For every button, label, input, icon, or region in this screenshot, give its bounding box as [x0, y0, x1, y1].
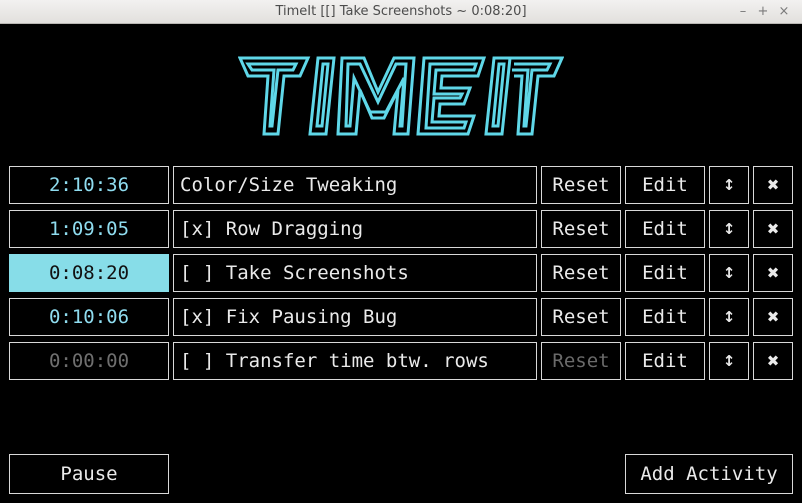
delete-icon[interactable]: ✖: [753, 210, 793, 248]
timer-display-active[interactable]: 0:08:20: [9, 254, 169, 292]
drag-handle-icon[interactable]: ↕: [709, 342, 749, 380]
timeit-logo: [238, 56, 564, 136]
close-icon[interactable]: ×: [775, 3, 793, 21]
maximize-icon[interactable]: +: [754, 3, 772, 21]
reset-button[interactable]: Reset: [541, 254, 621, 292]
drag-handle-icon[interactable]: ↕: [709, 166, 749, 204]
edit-button[interactable]: Edit: [625, 298, 705, 336]
activity-label: [x] Fix Pausing Bug: [173, 298, 537, 336]
window-titlebar[interactable]: TimeIt [[] Take Screenshots ~ 0:08:20] –…: [0, 0, 802, 24]
reset-button[interactable]: Reset: [541, 166, 621, 204]
reset-button[interactable]: Reset: [541, 298, 621, 336]
timer-display[interactable]: 1:09:05: [9, 210, 169, 248]
add-activity-button[interactable]: Add Activity: [625, 454, 793, 494]
reset-button-disabled: Reset: [541, 342, 621, 380]
edit-button[interactable]: Edit: [625, 210, 705, 248]
edit-button[interactable]: Edit: [625, 342, 705, 380]
timer-display[interactable]: 0:10:06: [9, 298, 169, 336]
drag-handle-icon[interactable]: ↕: [709, 210, 749, 248]
activity-label: [ ] Take Screenshots: [173, 254, 537, 292]
delete-icon[interactable]: ✖: [753, 254, 793, 292]
minimize-icon[interactable]: –: [734, 3, 752, 21]
edit-button[interactable]: Edit: [625, 166, 705, 204]
activity-label: [ ] Transfer time btw. rows: [173, 342, 537, 380]
activity-label: Color/Size Tweaking: [173, 166, 537, 204]
delete-icon[interactable]: ✖: [753, 166, 793, 204]
activity-label: [x] Row Dragging: [173, 210, 537, 248]
delete-icon[interactable]: ✖: [753, 342, 793, 380]
window-title: TimeIt [[] Take Screenshots ~ 0:08:20]: [275, 4, 527, 19]
pause-button[interactable]: Pause: [9, 454, 169, 494]
drag-handle-icon[interactable]: ↕: [709, 298, 749, 336]
timer-display[interactable]: 0:00:00: [9, 342, 169, 380]
delete-icon[interactable]: ✖: [753, 298, 793, 336]
edit-button[interactable]: Edit: [625, 254, 705, 292]
reset-button[interactable]: Reset: [541, 210, 621, 248]
timer-display[interactable]: 2:10:36: [9, 166, 169, 204]
drag-handle-icon[interactable]: ↕: [709, 254, 749, 292]
